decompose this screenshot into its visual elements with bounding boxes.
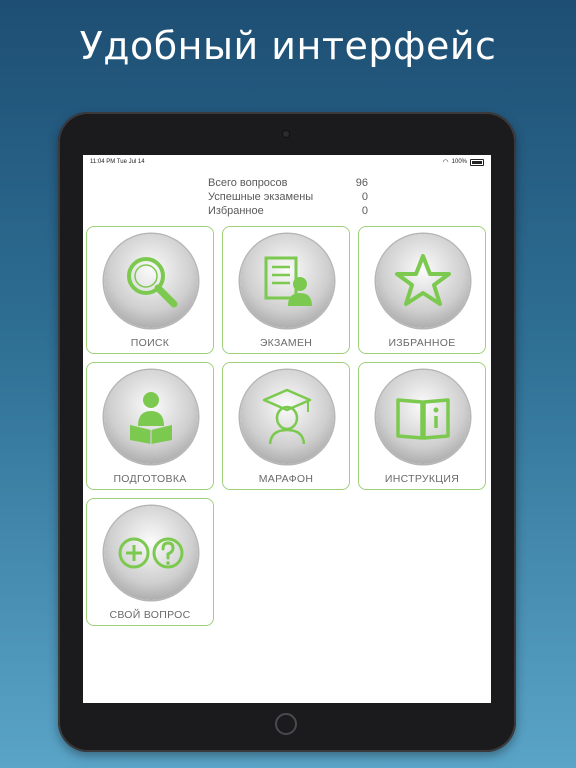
tile-favorites[interactable]: ИЗБРАННОЕ xyxy=(358,226,486,354)
stat-passed-exams: Успешные экзамены 0 xyxy=(208,190,368,204)
tile-label: ЭКЗАМЕН xyxy=(259,337,313,349)
tile-label: ПОИСК xyxy=(130,337,170,349)
camera xyxy=(283,131,289,137)
tile-search[interactable]: ПОИСК xyxy=(86,226,214,354)
status-bar: 11:04 PM Tue Jul 14 ◠ 100% xyxy=(83,155,491,169)
stat-value: 0 xyxy=(361,191,368,203)
stat-total-questions: Всего вопросов 96 xyxy=(208,176,368,190)
tile-circle xyxy=(104,506,198,600)
tile-instructions[interactable]: ИНСТРУКЦИЯ xyxy=(358,362,486,490)
app-screen: 11:04 PM Tue Jul 14 ◠ 100% Всего вопросо… xyxy=(83,155,491,703)
tile-circle xyxy=(376,370,470,464)
stat-favorites: Избранное 0 xyxy=(208,204,368,218)
tile-circle xyxy=(104,234,198,328)
wifi-icon: ◠ xyxy=(442,159,449,166)
tile-circle xyxy=(240,370,334,464)
tile-label: ИЗБРАННОЕ xyxy=(388,337,456,349)
tile-label: ИНСТРУКЦИЯ xyxy=(384,473,460,485)
stat-value: 0 xyxy=(361,205,368,217)
stat-value: 96 xyxy=(355,177,368,189)
exam-icon xyxy=(264,256,312,306)
battery-icon xyxy=(470,158,484,166)
tile-own-question[interactable]: СВОЙ ВОПРОС xyxy=(86,498,214,626)
tile-marathon[interactable]: МАРАФОН xyxy=(222,362,350,490)
tile-circle xyxy=(240,234,334,328)
tile-preparation[interactable]: ПОДГОТОВКА xyxy=(86,362,214,490)
stat-label: Успешные экзамены xyxy=(208,191,314,203)
status-time: 11:04 PM Tue Jul 14 xyxy=(90,159,145,165)
reading-icon xyxy=(130,392,172,444)
home-button[interactable] xyxy=(275,713,297,735)
stat-label: Избранное xyxy=(208,205,264,217)
stat-label: Всего вопросов xyxy=(208,177,288,189)
battery-percent: 100% xyxy=(451,159,467,165)
tile-exam[interactable]: ЭКЗАМЕН xyxy=(222,226,350,354)
promo-headline: Удобный интерфейс xyxy=(79,24,497,68)
stats-panel: Всего вопросов 96 Успешные экзамены 0 Из… xyxy=(208,176,368,218)
tile-label: ПОДГОТОВКА xyxy=(113,473,187,485)
plus-question-icon xyxy=(118,537,184,569)
tile-circle xyxy=(376,234,470,328)
tile-label: СВОЙ ВОПРОС xyxy=(109,609,191,621)
graduate-icon xyxy=(262,388,312,445)
star-icon xyxy=(395,254,451,306)
search-icon xyxy=(127,257,178,308)
tile-label: МАРАФОН xyxy=(258,473,314,485)
tile-circle xyxy=(104,370,198,464)
book-info-icon xyxy=(396,398,450,440)
